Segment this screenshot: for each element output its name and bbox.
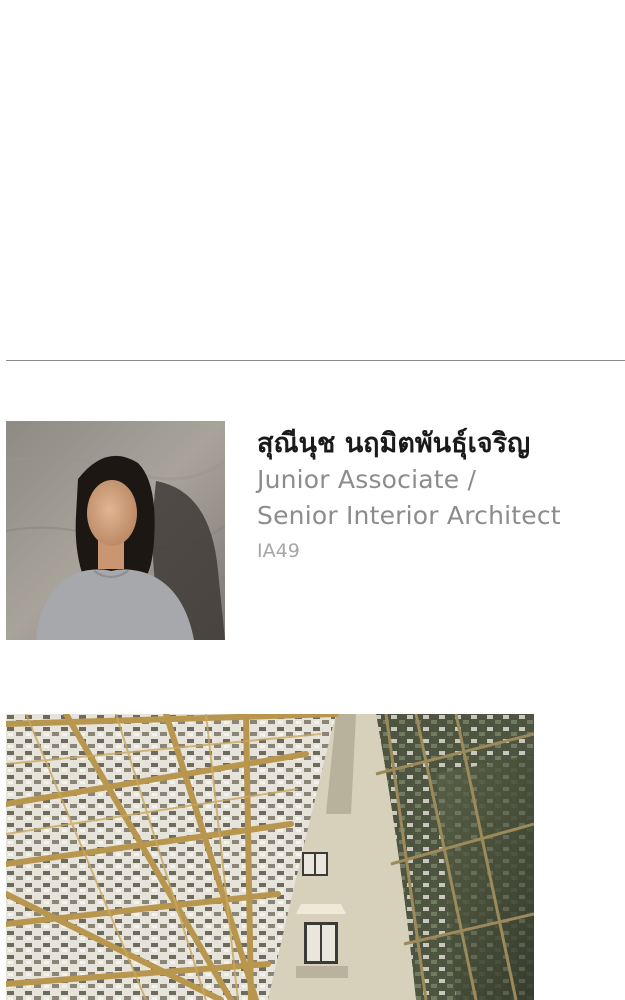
profile-name: สุณีนุช นฤมิตพันธุ์เจริญ: [257, 428, 531, 459]
section-divider: [6, 360, 625, 361]
profile-role-line-2: Senior Interior Architect: [257, 501, 561, 530]
project-photo: [6, 714, 534, 1000]
profile-code: IA49: [257, 540, 300, 562]
profile-info: สุณีนุช นฤมิตพันธุ์เจริญ Junior Associat…: [257, 426, 623, 566]
profile-role-line-1: Junior Associate /: [257, 465, 477, 494]
profile-photo: [6, 421, 225, 640]
